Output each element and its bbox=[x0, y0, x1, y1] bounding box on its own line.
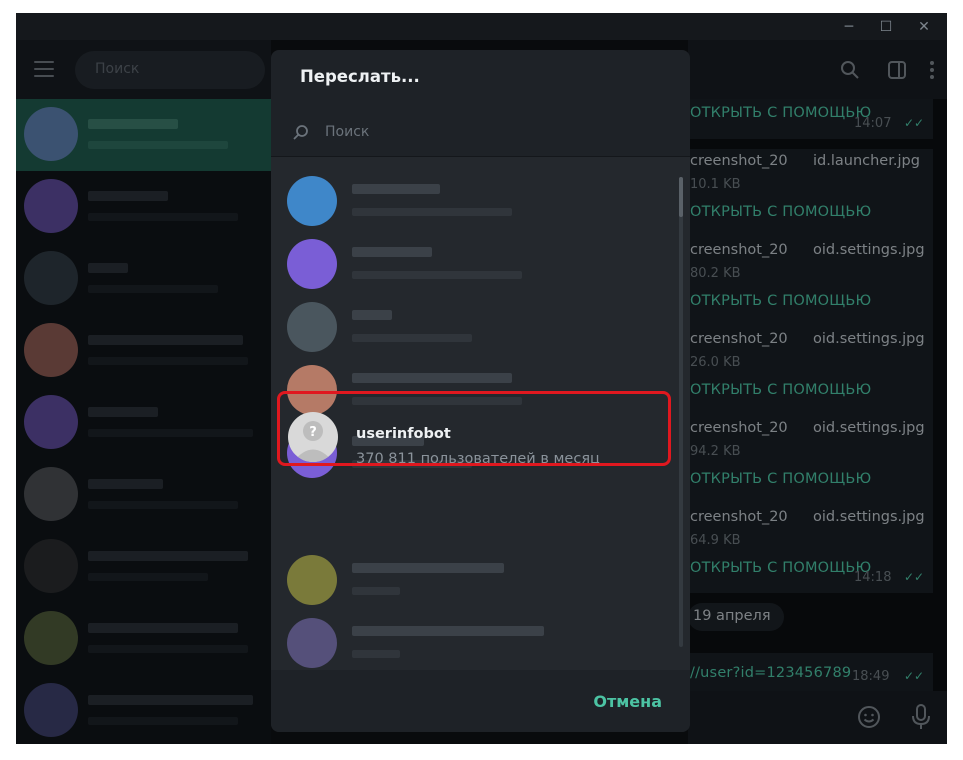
blurred-name bbox=[352, 373, 512, 383]
selected-contact-highlight[interactable] bbox=[277, 391, 671, 466]
contact-item[interactable] bbox=[271, 296, 676, 359]
blurred-name bbox=[352, 626, 544, 636]
avatar bbox=[287, 302, 337, 352]
blurred-name bbox=[352, 563, 504, 573]
minimize-icon[interactable]: ─ bbox=[833, 13, 865, 40]
scrollbar-thumb[interactable] bbox=[679, 177, 683, 217]
avatar bbox=[287, 555, 337, 605]
forward-dialog: Переслать... Поиск ? userinfobot 370 811… bbox=[271, 50, 690, 732]
avatar bbox=[287, 239, 337, 289]
contact-item[interactable] bbox=[271, 549, 676, 612]
blurred-status bbox=[352, 271, 522, 279]
maximize-icon[interactable]: ☐ bbox=[870, 13, 902, 40]
dialog-title: Переслать... bbox=[300, 67, 420, 86]
scrollbar[interactable] bbox=[679, 177, 683, 647]
telegram-window: ─ ☐ ✕ Поиск ОТКРЫТЬ С ПОМОЩЬЮ 14:07 ✓✓ c… bbox=[16, 13, 947, 744]
contact-item[interactable] bbox=[271, 612, 676, 675]
cancel-button[interactable]: Отмена bbox=[593, 692, 662, 711]
blurred-name bbox=[352, 310, 392, 320]
avatar bbox=[287, 618, 337, 668]
dialog-search-input[interactable]: Поиск bbox=[271, 114, 690, 156]
close-icon[interactable]: ✕ bbox=[908, 13, 940, 40]
blurred-name bbox=[352, 247, 432, 257]
contact-item[interactable] bbox=[271, 233, 676, 296]
blurred-name bbox=[352, 184, 440, 194]
title-bar: ─ ☐ ✕ bbox=[16, 13, 947, 40]
blurred-status bbox=[352, 587, 400, 595]
avatar bbox=[287, 176, 337, 226]
blurred-status bbox=[352, 334, 472, 342]
blurred-status bbox=[352, 650, 400, 658]
contact-item[interactable] bbox=[271, 170, 676, 233]
search-icon bbox=[293, 125, 308, 140]
blurred-status bbox=[352, 208, 512, 216]
search-placeholder: Поиск bbox=[325, 124, 370, 140]
dialog-footer: Отмена bbox=[271, 670, 690, 732]
